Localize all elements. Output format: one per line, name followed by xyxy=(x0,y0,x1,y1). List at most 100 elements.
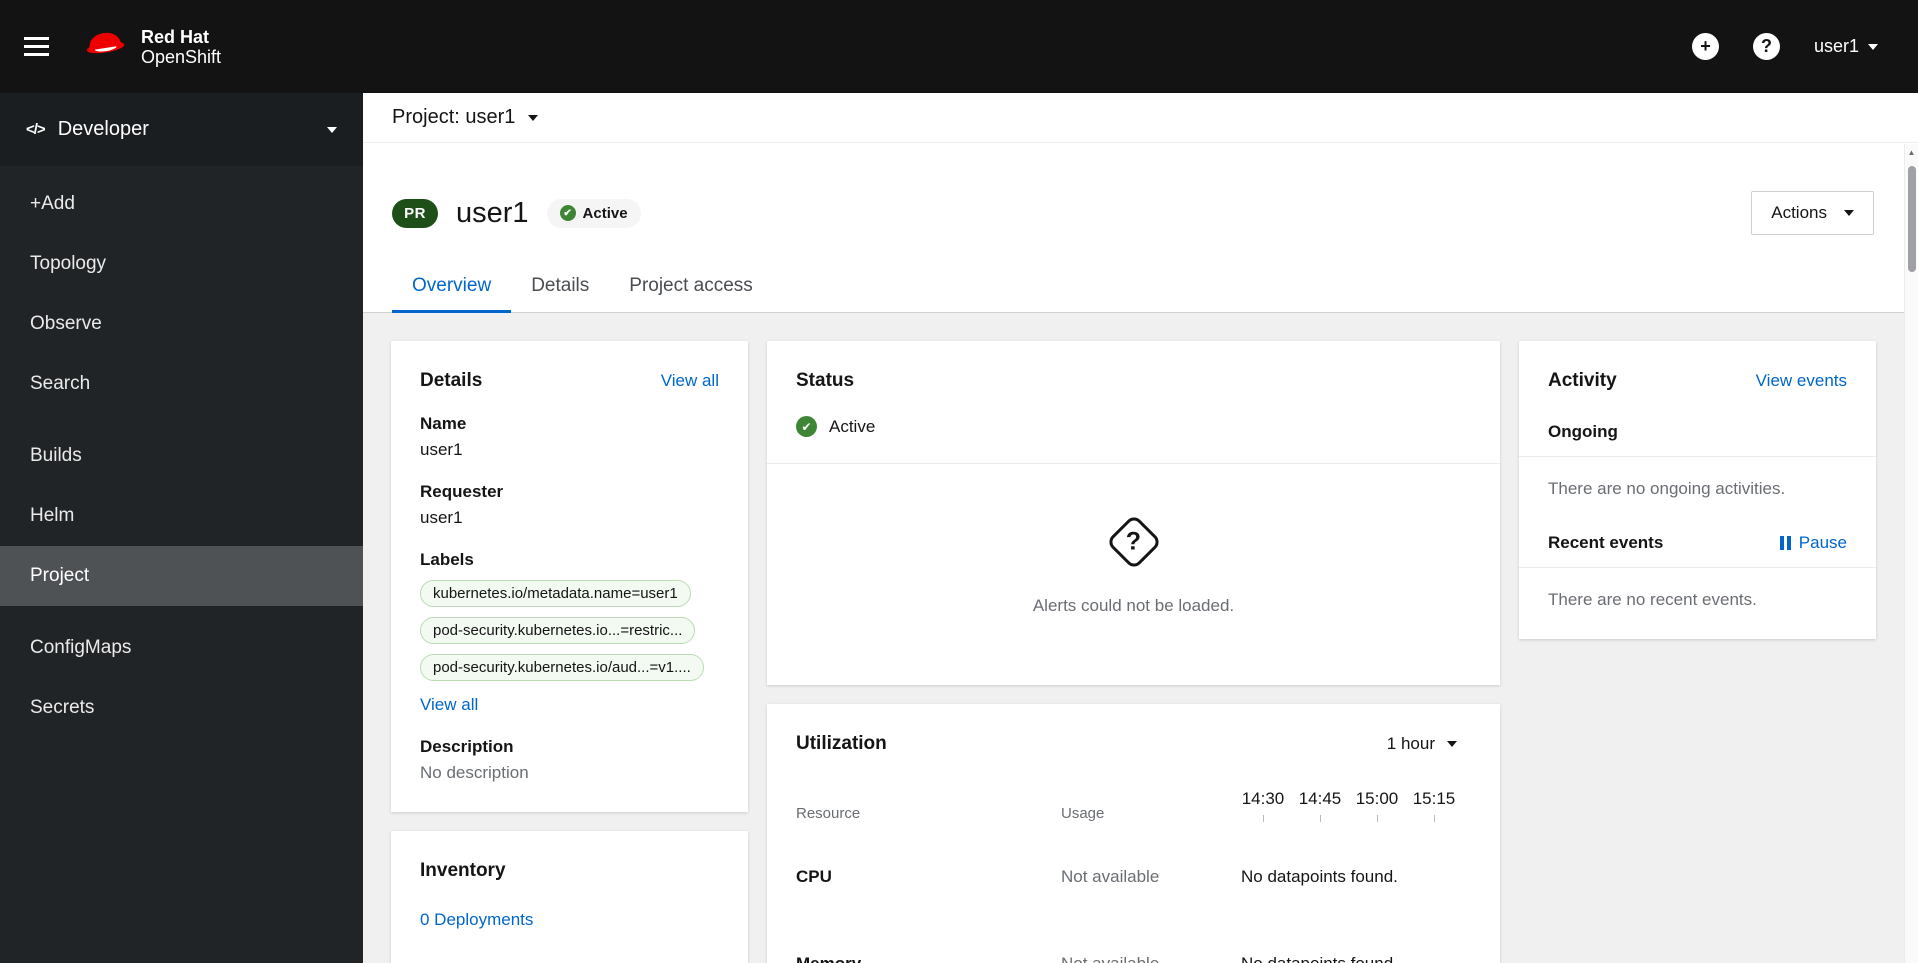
details-card-title: Details xyxy=(420,370,483,391)
axis-tick xyxy=(1433,815,1435,822)
redhat-fedora-icon xyxy=(81,27,129,66)
recent-events-empty-message: There are no recent events. xyxy=(1548,590,1757,609)
perspective-label: Developer xyxy=(57,118,149,140)
brand-text: Red Hat OpenShift xyxy=(141,26,222,67)
chevron-down-icon xyxy=(1844,210,1854,216)
tab-bar: Overview Details Project access xyxy=(363,275,1918,313)
alerts-message: Alerts could not be loaded. xyxy=(1032,596,1235,615)
menu-toggle-button[interactable] xyxy=(24,37,49,56)
resource-usage: Not available xyxy=(1061,867,1160,886)
axis-tick xyxy=(1319,815,1321,822)
project-status: ✔ Active xyxy=(796,416,1471,437)
resource-usage: Not available xyxy=(1061,954,1231,963)
resource-datapoints: No datapoints found. xyxy=(1241,867,1398,886)
sidebar-item-secrets[interactable]: Secrets xyxy=(0,678,363,738)
time-label: 14:30 xyxy=(1241,789,1285,808)
plus-circle-icon[interactable]: + xyxy=(1691,33,1719,60)
divider xyxy=(1519,456,1876,457)
redhat-openshift-logo[interactable]: Red Hat OpenShift xyxy=(81,27,221,67)
sidebar-item-topology[interactable]: Topology xyxy=(0,234,363,294)
resource-column-header: Resource xyxy=(796,805,861,822)
actions-dropdown[interactable]: Actions xyxy=(1751,191,1874,235)
time-axis: 14:30 14:45 15:00 15:15 xyxy=(1231,789,1471,822)
right-column: Activity View events Ongoing There are n… xyxy=(1519,341,1876,639)
ongoing-empty-message: There are no ongoing activities. xyxy=(1548,479,1786,498)
requester-value: user1 xyxy=(420,508,463,527)
duration-dropdown[interactable]: 1 hour xyxy=(1387,734,1457,754)
activity-card: Activity View events Ongoing There are n… xyxy=(1519,341,1876,639)
status-card: Status ✔ Active ? Alerts could not be lo… xyxy=(767,341,1500,685)
utilization-row-memory: Memory Not available No datapoints found… xyxy=(796,954,1471,963)
vertical-scrollbar[interactable]: ▲ xyxy=(1904,144,1918,963)
chevron-down-icon xyxy=(1447,741,1457,747)
time-label: 14:45 xyxy=(1298,789,1342,808)
utilization-row-cpu: CPU Not available No datapoints found. xyxy=(796,867,1471,887)
labels-label: Labels xyxy=(420,550,474,569)
nav-group-separator xyxy=(0,414,363,426)
divider xyxy=(1519,567,1876,568)
pause-button[interactable]: Pause xyxy=(1779,533,1847,553)
sidebar-nav: +Add Topology Observe Search Builds Helm… xyxy=(0,166,363,738)
pause-icon xyxy=(1779,536,1791,550)
details-view-all-link[interactable]: View all xyxy=(661,371,719,391)
sidebar-item-configmaps[interactable]: ConfigMaps xyxy=(0,618,363,678)
scrollbar-up-button[interactable]: ▲ xyxy=(1905,144,1918,160)
axis-tick xyxy=(1376,815,1378,822)
scroll-area: PR user1 ✔ Active Actions Overview Detai… xyxy=(363,143,1918,963)
utilization-card-title: Utilization xyxy=(796,733,887,754)
deployments-link[interactable]: 0 Deployments xyxy=(420,910,533,930)
tab-overview[interactable]: Overview xyxy=(392,275,512,313)
nav-group-separator xyxy=(0,606,363,618)
view-events-link[interactable]: View events xyxy=(1756,371,1847,391)
label-chip[interactable]: pod-security.kubernetes.io/aud...=v1.... xyxy=(420,654,704,681)
project-selector[interactable]: Project: user1 xyxy=(363,93,1918,143)
name-label: Name xyxy=(420,414,467,433)
chevron-down-icon xyxy=(327,126,337,133)
axis-tick xyxy=(1262,815,1264,822)
masthead: Red Hat OpenShift + ? user1 xyxy=(0,0,1918,93)
code-icon: </> xyxy=(26,121,46,138)
dashboard-content: Details View all Name user1 Requester us… xyxy=(363,313,1918,963)
perspective-switcher[interactable]: </> Developer xyxy=(0,93,363,166)
resource-name: Memory xyxy=(796,954,1061,963)
sidebar-item-project[interactable]: Project xyxy=(0,546,363,606)
details-card: Details View all Name user1 Requester us… xyxy=(391,341,748,812)
help-icon[interactable]: ? xyxy=(1752,33,1780,60)
unknown-alert-icon: ? xyxy=(1105,513,1162,571)
scrollbar-thumb[interactable] xyxy=(1908,166,1916,272)
utilization-card: Utilization 1 hour Resource Usage 14:30 xyxy=(767,704,1500,963)
description-value: No description xyxy=(420,763,529,782)
sidebar-item-helm[interactable]: Helm xyxy=(0,486,363,546)
check-circle-icon: ✔ xyxy=(796,416,817,437)
left-column: Details View all Name user1 Requester us… xyxy=(391,341,748,963)
sidebar-item-search[interactable]: Search xyxy=(0,354,363,414)
tab-details[interactable]: Details xyxy=(511,275,609,312)
name-value: user1 xyxy=(420,440,463,459)
sidebar: </> Developer +Add Topology Observe Sear… xyxy=(0,93,363,963)
check-circle-icon: ✔ xyxy=(559,205,576,221)
inventory-card-title: Inventory xyxy=(420,860,506,881)
middle-column: Status ✔ Active ? Alerts could not be lo… xyxy=(767,341,1500,963)
sidebar-item-observe[interactable]: Observe xyxy=(0,294,363,354)
tab-project-access[interactable]: Project access xyxy=(609,275,773,312)
user-menu[interactable]: user1 xyxy=(1814,36,1878,57)
hamburger-icon xyxy=(24,37,49,40)
sidebar-item-add[interactable]: +Add xyxy=(0,174,363,234)
chevron-down-icon xyxy=(528,114,539,121)
masthead-toolbar: + ? user1 xyxy=(1691,33,1878,60)
project-resource-badge: PR xyxy=(392,198,438,228)
usage-column-header: Usage xyxy=(1061,805,1105,822)
label-chip[interactable]: kubernetes.io/metadata.name=user1 xyxy=(420,580,691,607)
description-label: Description xyxy=(420,737,514,756)
labels-view-all-link[interactable]: View all xyxy=(420,695,478,715)
sidebar-item-builds[interactable]: Builds xyxy=(0,426,363,486)
inventory-card: Inventory 0 Deployments xyxy=(391,831,748,963)
recent-events-heading: Recent events xyxy=(1548,533,1664,552)
page-header: PR user1 ✔ Active Actions xyxy=(363,143,1918,235)
label-chip[interactable]: pod-security.kubernetes.io...=restric... xyxy=(420,617,696,644)
app-shell: </> Developer +Add Topology Observe Sear… xyxy=(0,93,1918,963)
ongoing-heading: Ongoing xyxy=(1548,422,1618,441)
page-title: user1 xyxy=(456,196,529,229)
time-label: 15:15 xyxy=(1412,789,1456,808)
status-badge: ✔ Active xyxy=(546,198,641,228)
